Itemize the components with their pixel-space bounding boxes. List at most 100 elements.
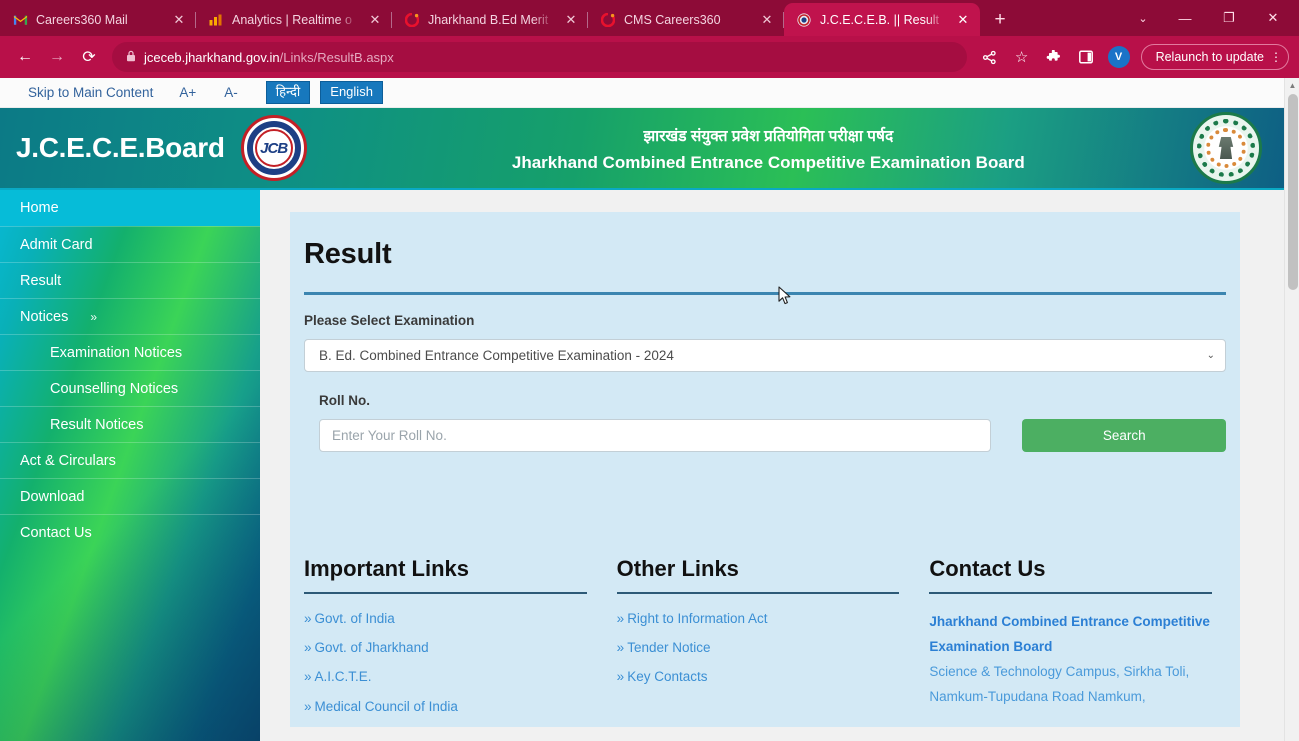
sidebar-item-label: Contact Us: [20, 524, 92, 541]
sidebar-item-act-and-circulars[interactable]: Act & Circulars: [0, 442, 260, 478]
tab-search-icon[interactable]: ⌄: [1123, 1, 1163, 35]
language-hindi-button[interactable]: हिन्दी: [265, 80, 311, 105]
close-icon[interactable]: ✕: [562, 11, 580, 29]
exam-select[interactable]: B. Ed. Combined Entrance Competitive Exa…: [304, 339, 1226, 372]
scrollbar-thumb[interactable]: [1288, 94, 1298, 290]
link-label: Right to Information Act: [627, 611, 768, 626]
profile-avatar[interactable]: V: [1107, 46, 1130, 68]
bookmark-star-icon[interactable]: ☆: [1007, 42, 1037, 72]
contact-address-line-2: Namkum-Tupudana Road Namkum,: [929, 688, 1146, 704]
close-icon[interactable]: ✕: [954, 11, 972, 29]
seal-monogram: JCB: [260, 139, 288, 157]
analytics-icon: [208, 12, 224, 28]
sidebar-item-label: Result: [20, 272, 62, 289]
browser-tab[interactable]: CMS Careers360 ✕: [588, 3, 784, 36]
site-title-english: Jharkhand Combined Entrance Competitive …: [511, 152, 1025, 172]
column-divider: [616, 592, 900, 594]
browser-tab-active[interactable]: J.C.E.C.E.B. || Result ✕: [784, 3, 980, 36]
link-key-contacts[interactable]: » Key Contacts: [617, 668, 900, 686]
sidebar-item-admit-card[interactable]: Admit Card: [0, 226, 260, 262]
sidebar-item-label: Counselling Notices: [50, 380, 179, 397]
site-header: J.C.E.C.E.Board JCB झारखंड संयुक्त प्रवे…: [0, 108, 1284, 190]
browser-tab[interactable]: Careers360 Mail ✕: [0, 3, 196, 36]
side-panel-icon[interactable]: [1071, 42, 1101, 72]
roll-no-input[interactable]: Enter Your Roll No.: [319, 419, 992, 452]
skip-to-main-content-link[interactable]: Skip to Main Content: [28, 85, 153, 100]
link-govt-of-india[interactable]: » Govt. of India: [304, 610, 587, 628]
scroll-up-icon[interactable]: ▲: [1285, 78, 1299, 92]
sidebar-item-label: Result Notices: [50, 416, 144, 433]
link-tender-notice[interactable]: » Tender Notice: [617, 639, 900, 657]
address-bar-row: ← → ⟳ jceceb.jharkhand.gov.in/Links/Resu…: [0, 36, 1299, 78]
sidebar-filler: [0, 550, 260, 740]
browser-tab[interactable]: Jharkhand B.Ed Merit ✕: [392, 3, 588, 36]
close-icon[interactable]: ✕: [758, 11, 776, 29]
close-icon[interactable]: ✕: [366, 11, 384, 29]
tab-title: Careers360 Mail: [36, 12, 128, 27]
share-icon[interactable]: [975, 42, 1005, 72]
browser-tab[interactable]: Analytics | Realtime o ✕: [196, 3, 392, 36]
close-window-button[interactable]: ✕: [1251, 1, 1295, 35]
close-icon[interactable]: ✕: [170, 11, 188, 29]
language-english-button[interactable]: English: [320, 80, 383, 105]
font-increase-button[interactable]: A+: [179, 85, 196, 100]
link-medical-council-of-india[interactable]: » Medical Council of India: [304, 698, 587, 716]
roll-no-label: Roll No.: [319, 393, 370, 408]
contact-org-line-1: Jharkhand Combined Entrance Competitive: [929, 614, 1210, 629]
column-divider: [304, 592, 587, 594]
sidebar-item-result[interactable]: Result: [0, 262, 260, 298]
relaunch-to-update-button[interactable]: Relaunch to update ⋮: [1140, 44, 1289, 70]
reload-icon[interactable]: ⟳: [74, 42, 104, 72]
link-right-to-information-act[interactable]: » Right to Information Act: [617, 610, 900, 628]
tab-title: Jharkhand B.Ed Merit: [428, 12, 549, 27]
sidebar-item-result-notices[interactable]: Result Notices: [0, 406, 260, 442]
sidebar-item-examination-notices[interactable]: Examination Notices: [0, 334, 260, 370]
browser-menu-icon[interactable]: ⋮: [1270, 51, 1282, 63]
bullet-icon: »: [304, 611, 312, 626]
other-links-column: Other Links » Right to Information Act » T…: [616, 556, 930, 727]
important-links-column: Important Links » Govt. of India » Govt. o…: [304, 556, 617, 727]
contact-us-title: Contact Us: [929, 556, 1046, 581]
page-scroll-area: Skip to Main Content A+ A- हिन्दी Englis…: [0, 78, 1284, 741]
link-aicte[interactable]: » A.I.C.T.E.: [304, 668, 587, 686]
maximize-button[interactable]: ❐: [1207, 1, 1251, 35]
sidebar-item-label: Admit Card: [20, 236, 93, 253]
accessibility-bar: Skip to Main Content A+ A- हिन्दी Englis…: [0, 78, 1284, 108]
forward-icon[interactable]: →: [42, 42, 72, 72]
contact-address-line-1: Science & Technology Campus, Sirkha Toli…: [929, 663, 1190, 679]
url-host: jceceb.jharkhand.gov.in: [144, 49, 280, 65]
bullet-icon: »: [616, 669, 625, 685]
back-icon[interactable]: ←: [10, 42, 40, 72]
sidebar-item-counselling-notices[interactable]: Counselling Notices: [0, 370, 260, 406]
search-button[interactable]: Search: [1022, 419, 1226, 452]
site-brand-text: J.C.E.C.E.Board: [16, 132, 225, 163]
exam-select-label: Please Select Examination: [304, 313, 475, 328]
font-decrease-button[interactable]: A-: [224, 85, 238, 100]
url-text: jceceb.jharkhand.gov.in/Links/ResultB.as…: [144, 50, 394, 65]
browser-window: Careers360 Mail ✕ Analytics | Realtime o…: [0, 0, 1299, 741]
footer-columns: Important Links » Govt. of India » Govt. o…: [304, 556, 1226, 727]
sidebar-item-label: Notices: [20, 308, 69, 325]
sidebar-item-label: Home: [20, 200, 59, 216]
bullet-icon: »: [616, 611, 625, 626]
other-links-title: Other Links: [616, 556, 739, 581]
new-tab-button[interactable]: +: [986, 5, 1014, 33]
sidebar-nav: Home Admit Card Result Notices » Examina…: [0, 190, 260, 741]
extensions-puzzle-icon[interactable]: [1039, 42, 1069, 72]
link-govt-of-jharkhand[interactable]: » Govt. of Jharkhand: [304, 639, 587, 657]
sidebar-item-contact-us[interactable]: Contact Us: [0, 514, 260, 550]
important-links-title: Important Links: [304, 556, 470, 581]
page-scrollbar[interactable]: ▲: [1284, 78, 1299, 741]
sidebar-item-download[interactable]: Download: [0, 478, 260, 514]
page-viewport: Skip to Main Content A+ A- हिन्दी Englis…: [0, 78, 1299, 741]
sidebar-item-home[interactable]: Home: [0, 190, 260, 226]
careers360-icon: [600, 12, 616, 28]
careers360-icon: [404, 12, 420, 28]
relaunch-label: Relaunch to update: [1155, 50, 1264, 64]
jceceb-seal-logo: JCB: [240, 115, 307, 181]
bullet-icon: »: [304, 640, 312, 656]
minimize-button[interactable]: —: [1163, 1, 1207, 35]
url-input[interactable]: jceceb.jharkhand.gov.in/Links/ResultB.as…: [112, 42, 967, 72]
sidebar-item-notices[interactable]: Notices »: [0, 298, 260, 334]
result-panel: Result Please Select Examination B. Ed. …: [290, 212, 1240, 727]
